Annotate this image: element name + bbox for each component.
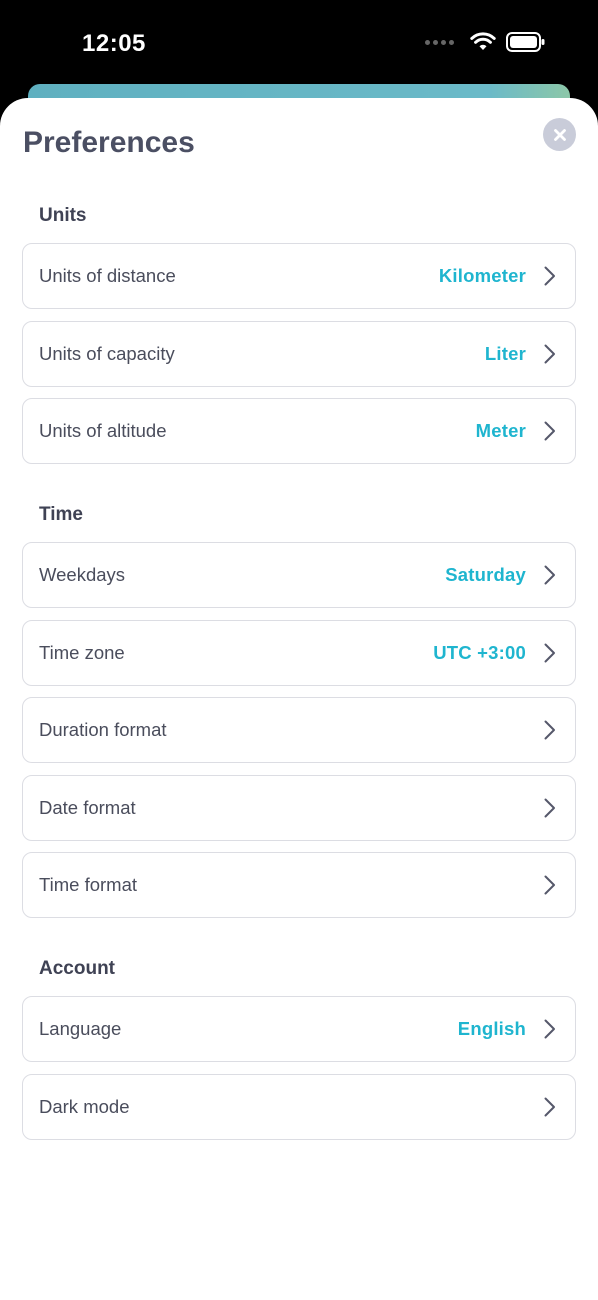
cellular-signal-icon bbox=[425, 39, 454, 45]
chevron-right-icon bbox=[544, 720, 555, 740]
row-label: Units of distance bbox=[39, 265, 176, 286]
row-label: Date format bbox=[39, 797, 136, 818]
chevron-right-icon bbox=[544, 798, 555, 818]
row-value: English bbox=[457, 1018, 526, 1039]
row-units-of-distance[interactable]: Units of distance Kilometer bbox=[22, 243, 576, 309]
row-label: Units of altitude bbox=[39, 420, 167, 441]
chevron-right-icon bbox=[544, 266, 555, 286]
close-button[interactable] bbox=[543, 118, 576, 151]
row-value: Liter bbox=[484, 343, 526, 364]
chevron-right-icon bbox=[544, 643, 555, 663]
section-title-time: Time bbox=[39, 504, 84, 525]
row-time-format[interactable]: Time format bbox=[22, 852, 576, 918]
status-time: 12:05 bbox=[82, 30, 146, 57]
chevron-right-icon bbox=[544, 565, 555, 585]
row-label: Dark mode bbox=[39, 1096, 130, 1117]
row-label: Language bbox=[39, 1018, 122, 1039]
section-title-units: Units bbox=[39, 205, 87, 226]
row-label: Units of capacity bbox=[39, 343, 175, 364]
row-date-format[interactable]: Date format bbox=[22, 775, 576, 841]
chevron-right-icon bbox=[544, 1019, 555, 1039]
chevron-right-icon bbox=[544, 875, 555, 895]
row-weekdays[interactable]: Weekdays Saturday bbox=[22, 542, 576, 608]
row-language[interactable]: Language English bbox=[22, 996, 576, 1062]
wifi-icon bbox=[470, 32, 496, 50]
row-value: Meter bbox=[475, 420, 526, 441]
page-title: Preferences bbox=[23, 126, 195, 159]
status-icons bbox=[425, 32, 546, 52]
row-value: Saturday bbox=[445, 564, 526, 585]
section-title-account: Account bbox=[39, 958, 115, 979]
row-value: UTC +3:00 bbox=[433, 642, 526, 663]
row-time-zone[interactable]: Time zone UTC +3:00 bbox=[22, 620, 576, 686]
row-label: Duration format bbox=[39, 719, 167, 740]
row-label: Time zone bbox=[39, 642, 125, 663]
chevron-right-icon bbox=[544, 1097, 555, 1117]
row-dark-mode[interactable]: Dark mode bbox=[22, 1074, 576, 1140]
row-label: Time format bbox=[39, 874, 137, 895]
close-icon bbox=[553, 128, 566, 141]
row-value: Kilometer bbox=[438, 265, 526, 286]
row-duration-format[interactable]: Duration format bbox=[22, 697, 576, 763]
row-units-of-capacity[interactable]: Units of capacity Liter bbox=[22, 321, 576, 387]
chevron-right-icon bbox=[544, 344, 555, 364]
row-label: Weekdays bbox=[39, 564, 126, 585]
status-bar: 12:05 bbox=[0, 0, 598, 90]
row-units-of-altitude[interactable]: Units of altitude Meter bbox=[22, 398, 576, 464]
preferences-sheet: Preferences Units Units of distance Kilo… bbox=[0, 98, 598, 1300]
battery-icon bbox=[506, 32, 545, 52]
chevron-right-icon bbox=[544, 421, 555, 441]
